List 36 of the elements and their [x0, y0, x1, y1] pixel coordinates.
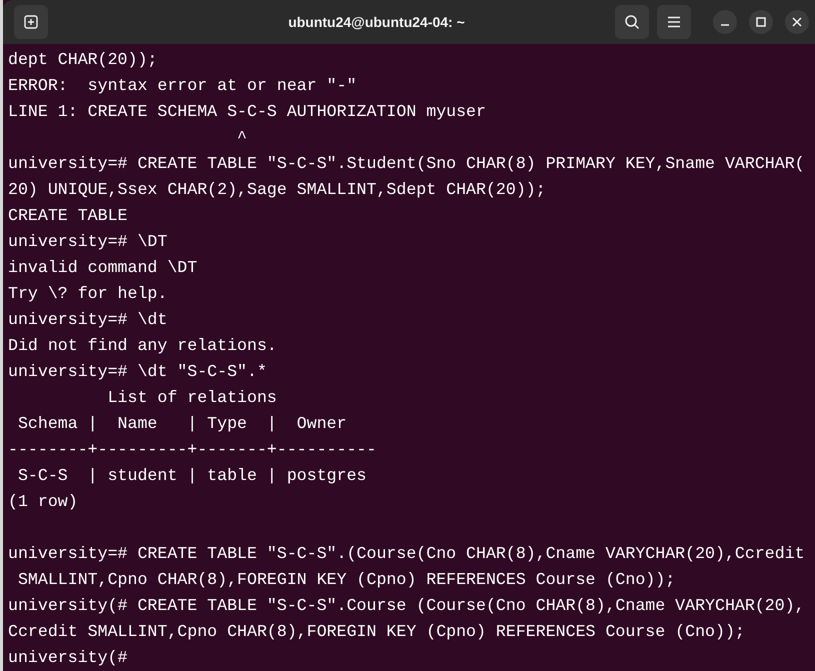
- terminal-line: (1 row): [8, 492, 78, 511]
- terminal-line: CREATE TABLE: [8, 206, 128, 225]
- terminal-line: university(# CREATE TABLE "S-C-S".Course (Course(Cno CHAR(8),Cname VARYCHAR(20),: [8, 596, 805, 615]
- terminal-line: ^: [236, 128, 247, 147]
- terminal-line: Ccredit SMALLINT,Cpno CHAR(8),FOREGIN KEY (Cpno) REFERENCES Course (Cno));: [8, 622, 745, 641]
- terminal-line: university=# \dt "S-C-S".*: [8, 362, 267, 381]
- terminal-line: 20) UNIQUE,Ssex CHAR(2),Sage SMALLINT,Sdept CHAR(20));: [8, 180, 546, 199]
- new-tab-button[interactable]: [14, 5, 48, 39]
- minimize-icon: [720, 24, 730, 26]
- close-button[interactable]: [785, 10, 809, 34]
- close-icon: [792, 17, 802, 27]
- terminal-line: List of relations: [106, 388, 277, 407]
- terminal-line: Did not find any relations.: [8, 336, 277, 355]
- terminal-line: ERROR: syntax error at or near "-": [8, 76, 357, 95]
- terminal-line: LINE 1: CREATE SCHEMA S-C-S AUTHORIZATION myuser: [8, 102, 486, 121]
- terminal-line: Try \? for help.: [8, 284, 168, 303]
- terminal-line: Schema | Name | Type | Owner: [16, 414, 347, 433]
- search-button[interactable]: [615, 5, 649, 39]
- terminal-line: university=# \DT: [8, 232, 168, 251]
- terminal-line: university=# \dt: [8, 310, 168, 329]
- terminal-line: university(#: [8, 648, 128, 667]
- search-icon: [624, 14, 640, 30]
- maximize-button[interactable]: [749, 10, 773, 34]
- maximize-icon: [756, 17, 766, 27]
- window-title: ubuntu24@ubuntu24-04: ~: [287, 14, 466, 30]
- terminal-line: S-C-S | student | table | postgres: [16, 466, 366, 485]
- menu-icon: [667, 16, 681, 28]
- terminal-line: dept CHAR(20));: [8, 50, 158, 69]
- terminal-line: invalid command \DT: [8, 258, 198, 277]
- terminal-line: SMALLINT,Cpno CHAR(8),FOREGIN KEY (Cpno) REFERENCES Course (Cno));: [16, 570, 676, 589]
- plus-square-icon: [23, 14, 39, 30]
- terminal-line: university=# CREATE TABLE "S-C-S".(Course(Cno CHAR(8),Cname VARYCHAR(20),Ccredit: [8, 544, 805, 563]
- menu-button[interactable]: [657, 5, 691, 39]
- minimize-button[interactable]: [713, 10, 737, 34]
- terminal-line: university=# CREATE TABLE "S-C-S".Student(Sno CHAR(8) PRIMARY KEY,Sname VARCHAR(: [8, 154, 805, 173]
- terminal-line: --------+---------+-------+----------: [8, 440, 376, 459]
